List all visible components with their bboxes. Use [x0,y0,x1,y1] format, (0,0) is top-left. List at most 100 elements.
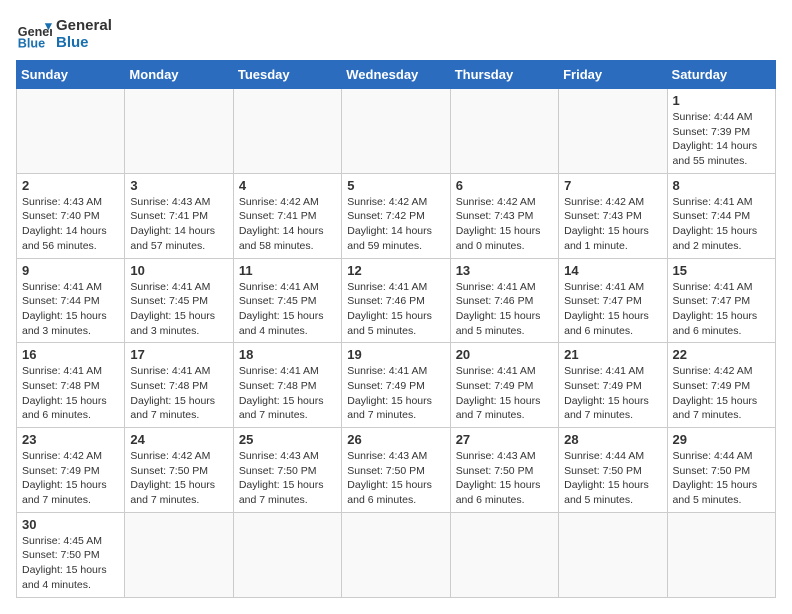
calendar-day-cell: 6Sunrise: 4:42 AM Sunset: 7:43 PM Daylig… [450,173,558,258]
logo: General Blue General Blue [16,16,112,52]
calendar-day-cell [342,512,450,597]
day-info: Sunrise: 4:42 AM Sunset: 7:49 PM Dayligh… [22,449,119,508]
calendar-day-cell [342,89,450,174]
calendar-day-cell: 4 Sunrise: 4:42 AM Sunset: 7:41 PM Daylig… [233,173,341,258]
calendar-header-row: SundayMondayTuesdayWednesdayThursdayFrid… [17,61,776,89]
calendar-week-row: 23Sunrise: 4:42 AM Sunset: 7:49 PM Dayli… [17,428,776,513]
calendar-day-header: Wednesday [342,61,450,89]
day-number: 4 [239,178,336,193]
calendar-day-cell: 10 Sunrise: 4:41 AM Sunset: 7:45 PM Dayli… [125,258,233,343]
day-info: Sunrise: 4:42 AM Sunset: 7:49 PM Dayligh… [673,364,770,423]
calendar-day-header: Monday [125,61,233,89]
day-info: Sunrise: 4:43 AM Sunset: 7:50 PM Dayligh… [456,449,553,508]
day-info: Sunrise: 4:41 AM Sunset: 7:46 PM Dayligh… [347,280,444,339]
day-number: 6 [456,178,553,193]
calendar-day-cell: 22Sunrise: 4:42 AM Sunset: 7:49 PM Dayli… [667,343,775,428]
calendar-day-cell: 8Sunrise: 4:41 AM Sunset: 7:44 PM Daylig… [667,173,775,258]
calendar-day-cell: 20 Sunrise: 4:41 AM Sunset: 7:49 PM Dayli… [450,343,558,428]
calendar-day-cell: 13Sunrise: 4:41 AM Sunset: 7:46 PM Dayli… [450,258,558,343]
logo-general-text: General [56,17,112,34]
calendar-day-cell: 29 Sunrise: 4:44 AM Sunset: 7:50 PM Dayli… [667,428,775,513]
calendar-day-cell: 3Sunrise: 4:43 AM Sunset: 7:41 PM Daylig… [125,173,233,258]
day-number: 16 [22,347,119,362]
calendar-day-cell [125,89,233,174]
calendar-day-cell [233,89,341,174]
logo-blue-text: Blue [56,34,112,51]
calendar-day-cell: 2 Sunrise: 4:43 AM Sunset: 7:40 PM Daylig… [17,173,125,258]
calendar-day-header: Friday [559,61,667,89]
calendar-day-cell: 9Sunrise: 4:41 AM Sunset: 7:44 PM Daylig… [17,258,125,343]
day-info: Sunrise: 4:41 AM Sunset: 7:46 PM Dayligh… [456,280,553,339]
day-number: 12 [347,263,444,278]
day-number: 21 [564,347,661,362]
day-info: Sunrise: 4:43 AM Sunset: 7:40 PM Dayligh… [22,195,119,254]
day-number: 10 [130,263,227,278]
calendar-week-row: 1 Sunrise: 4:44 AM Sunset: 7:39 PM Daylig… [17,89,776,174]
logo-icon: General Blue [16,16,52,52]
calendar-day-cell [17,89,125,174]
calendar-day-cell: 26Sunrise: 4:43 AM Sunset: 7:50 PM Dayli… [342,428,450,513]
calendar-day-cell [450,512,558,597]
calendar-day-cell [233,512,341,597]
calendar-day-cell: 25 Sunrise: 4:43 AM Sunset: 7:50 PM Dayli… [233,428,341,513]
day-info: Sunrise: 4:41 AM Sunset: 7:48 PM Dayligh… [22,364,119,423]
day-number: 27 [456,432,553,447]
calendar-day-header: Saturday [667,61,775,89]
calendar-day-cell: 24Sunrise: 4:42 AM Sunset: 7:50 PM Dayli… [125,428,233,513]
day-info: Sunrise: 4:43 AM Sunset: 7:50 PM Dayligh… [347,449,444,508]
day-number: 18 [239,347,336,362]
day-info: Sunrise: 4:45 AM Sunset: 7:50 PM Dayligh… [22,534,119,593]
day-info: Sunrise: 4:42 AM Sunset: 7:43 PM Dayligh… [564,195,661,254]
day-info: Sunrise: 4:41 AM Sunset: 7:49 PM Dayligh… [456,364,553,423]
day-info: Sunrise: 4:41 AM Sunset: 7:44 PM Dayligh… [22,280,119,339]
day-number: 25 [239,432,336,447]
day-number: 7 [564,178,661,193]
calendar-day-cell: 11 Sunrise: 4:41 AM Sunset: 7:45 PM Dayli… [233,258,341,343]
day-number: 30 [22,517,119,532]
day-info: Sunrise: 4:41 AM Sunset: 7:49 PM Dayligh… [564,364,661,423]
day-number: 15 [673,263,770,278]
calendar-week-row: 16 Sunrise: 4:41 AM Sunset: 7:48 PM Dayli… [17,343,776,428]
calendar-day-cell: 5Sunrise: 4:42 AM Sunset: 7:42 PM Daylig… [342,173,450,258]
calendar-day-cell: 14Sunrise: 4:41 AM Sunset: 7:47 PM Dayli… [559,258,667,343]
calendar-week-row: 30 Sunrise: 4:45 AM Sunset: 7:50 PM Dayli… [17,512,776,597]
calendar-day-cell [667,512,775,597]
day-number: 20 [456,347,553,362]
calendar-day-header: Tuesday [233,61,341,89]
day-info: Sunrise: 4:41 AM Sunset: 7:44 PM Dayligh… [673,195,770,254]
day-info: Sunrise: 4:41 AM Sunset: 7:47 PM Dayligh… [673,280,770,339]
calendar-day-cell: 1 Sunrise: 4:44 AM Sunset: 7:39 PM Daylig… [667,89,775,174]
day-info: Sunrise: 4:43 AM Sunset: 7:50 PM Dayligh… [239,449,336,508]
calendar-week-row: 2 Sunrise: 4:43 AM Sunset: 7:40 PM Daylig… [17,173,776,258]
day-info: Sunrise: 4:41 AM Sunset: 7:45 PM Dayligh… [239,280,336,339]
day-info: Sunrise: 4:41 AM Sunset: 7:47 PM Dayligh… [564,280,661,339]
calendar-day-cell: 16 Sunrise: 4:41 AM Sunset: 7:48 PM Dayli… [17,343,125,428]
calendar-day-cell: 15 Sunrise: 4:41 AM Sunset: 7:47 PM Dayli… [667,258,775,343]
calendar-week-row: 9Sunrise: 4:41 AM Sunset: 7:44 PM Daylig… [17,258,776,343]
day-info: Sunrise: 4:41 AM Sunset: 7:48 PM Dayligh… [130,364,227,423]
day-number: 2 [22,178,119,193]
day-number: 29 [673,432,770,447]
calendar-day-cell [559,512,667,597]
svg-text:Blue: Blue [18,37,45,51]
calendar-day-cell: 30 Sunrise: 4:45 AM Sunset: 7:50 PM Dayli… [17,512,125,597]
calendar-day-cell: 21 Sunrise: 4:41 AM Sunset: 7:49 PM Dayli… [559,343,667,428]
calendar-day-cell: 7 Sunrise: 4:42 AM Sunset: 7:43 PM Daylig… [559,173,667,258]
day-number: 28 [564,432,661,447]
day-number: 19 [347,347,444,362]
day-info: Sunrise: 4:44 AM Sunset: 7:39 PM Dayligh… [673,110,770,169]
day-info: Sunrise: 4:41 AM Sunset: 7:45 PM Dayligh… [130,280,227,339]
day-number: 1 [673,93,770,108]
calendar-table: SundayMondayTuesdayWednesdayThursdayFrid… [16,60,776,598]
calendar-day-cell: 19 Sunrise: 4:41 AM Sunset: 7:49 PM Dayli… [342,343,450,428]
calendar-day-header: Thursday [450,61,558,89]
day-info: Sunrise: 4:41 AM Sunset: 7:49 PM Dayligh… [347,364,444,423]
day-number: 24 [130,432,227,447]
calendar-day-cell: 17Sunrise: 4:41 AM Sunset: 7:48 PM Dayli… [125,343,233,428]
calendar-day-cell: 28Sunrise: 4:44 AM Sunset: 7:50 PM Dayli… [559,428,667,513]
day-info: Sunrise: 4:41 AM Sunset: 7:48 PM Dayligh… [239,364,336,423]
day-number: 11 [239,263,336,278]
day-info: Sunrise: 4:44 AM Sunset: 7:50 PM Dayligh… [673,449,770,508]
day-info: Sunrise: 4:42 AM Sunset: 7:41 PM Dayligh… [239,195,336,254]
page-header: General Blue General Blue [16,16,776,52]
